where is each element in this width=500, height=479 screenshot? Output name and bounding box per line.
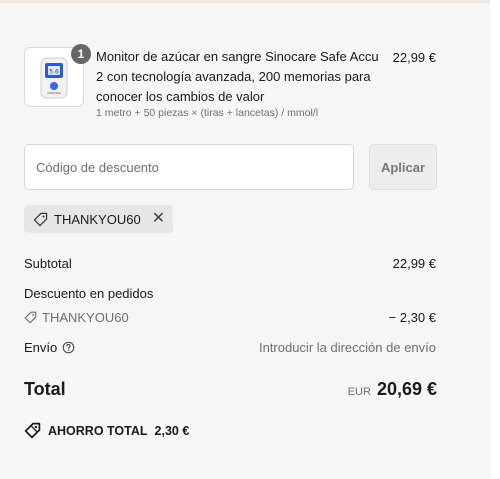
total-savings: AHORRO TOTAL 2,30 € xyxy=(24,422,189,439)
order-discount-value: − 2,30 € xyxy=(388,310,436,325)
total-amount: EUR 20,69 € xyxy=(348,379,437,400)
subtotal-row: Subtotal 22,99 € xyxy=(24,256,438,272)
product-title: Monitor de azúcar en sangre Sinocare Saf… xyxy=(96,49,379,104)
total-value: 20,69 € xyxy=(376,379,437,399)
glucose-meter-icon: 5.6 xyxy=(40,57,68,99)
savings-value: 2,30 € xyxy=(154,423,190,438)
shipping-label-wrap: Envío xyxy=(24,340,75,355)
remove-discount-icon[interactable]: ✕ xyxy=(152,211,165,227)
shipping-value: Introducir la dirección de envío xyxy=(258,340,436,355)
currency-code: EUR xyxy=(347,386,371,398)
shipping-label: Envío xyxy=(24,340,58,355)
cart-line-item: 5.6 1 Monitor de azúcar en sangre Sinoca… xyxy=(24,44,438,124)
help-icon[interactable] xyxy=(62,341,75,354)
subtotal-value: 22,99 € xyxy=(392,256,436,271)
product-price: 22,99 € xyxy=(392,50,436,65)
applied-discount-chip: THANKYOU60 ✕ xyxy=(24,205,174,233)
applied-discount-code: THANKYOU60 xyxy=(54,211,141,227)
total-label: Total xyxy=(24,379,66,399)
order-discount-row: Descuento en pedidos xyxy=(24,286,438,302)
product-variant: 1 metro + 50 piezas × (tiras + lancetas)… xyxy=(96,107,319,119)
order-discount-label: Descuento en pedidos xyxy=(24,286,154,301)
savings-tag-icon xyxy=(24,422,41,439)
order-discount-code-wrap: THANKYOU60 xyxy=(24,310,129,325)
quantity-badge: 1 xyxy=(71,44,91,64)
apply-discount-button[interactable]: Aplicar xyxy=(369,144,437,190)
savings-label: AHORRO TOTAL xyxy=(48,423,148,438)
discount-code-input[interactable] xyxy=(24,144,354,190)
shipping-row: Envío Introducir la dirección de envío xyxy=(24,340,438,356)
top-divider xyxy=(0,0,500,3)
tag-icon xyxy=(24,311,37,324)
right-panel-edge xyxy=(490,0,500,479)
order-discount-code: THANKYOU60 xyxy=(42,310,129,325)
svg-text:5.6: 5.6 xyxy=(49,69,59,76)
order-discount-detail-row: THANKYOU60 − 2,30 € xyxy=(24,310,438,326)
product-thumbnail: 5.6 1 xyxy=(24,44,91,107)
tag-icon xyxy=(33,212,48,226)
subtotal-label: Subtotal xyxy=(24,256,72,271)
